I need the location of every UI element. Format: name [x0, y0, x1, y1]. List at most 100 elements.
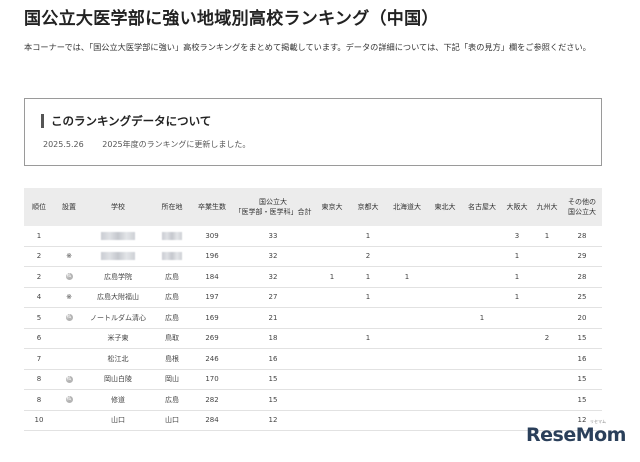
cell-established	[54, 328, 84, 349]
cell-rank: 6	[24, 328, 54, 349]
cell-tokyo	[314, 348, 350, 370]
intro-text: 本コーナーでは、「国公立大医学部に強い」高校ランキングをまとめて掲載しています。…	[24, 42, 591, 52]
cell-nagoya	[462, 328, 502, 349]
header-kyoto: 京都大	[350, 188, 386, 226]
cell-kyushu: 2	[532, 328, 562, 349]
private-school-icon: 私	[65, 273, 73, 281]
cell-location: 広島	[152, 307, 192, 329]
cell-tohoku	[428, 348, 462, 370]
header-hokkaido: 北海道大	[386, 188, 428, 226]
private-school-icon: 私	[65, 396, 73, 404]
cell-other: 20	[562, 307, 602, 329]
cell-kyoto	[350, 369, 386, 390]
cell-grads: 169	[192, 307, 232, 329]
redacted-location	[162, 231, 182, 240]
cell-location: 鳥取	[152, 328, 192, 349]
cell-hokkaido	[386, 287, 428, 308]
cell-location	[152, 226, 192, 247]
cell-kyushu	[532, 246, 562, 267]
cell-tokyo	[314, 369, 350, 390]
cell-school: 広島学院	[84, 266, 152, 288]
cell-tohoku	[428, 410, 462, 431]
cell-nagoya	[462, 246, 502, 267]
cell-nagoya	[462, 369, 502, 390]
info-heading: このランキングデータについて	[41, 114, 211, 128]
cell-other: 28	[562, 266, 602, 288]
table-row: 2 ※ 196 32 2 1 29	[24, 246, 602, 267]
cell-osaka	[502, 369, 532, 390]
cell-hokkaido	[386, 226, 428, 247]
cell-nagoya	[462, 287, 502, 308]
table-header-row: 順位 設置 学校 所在地 卒業生数 国公立大 「医学部・医学科」合計 東京大 京…	[24, 188, 602, 226]
cell-hokkaido	[386, 389, 428, 411]
cell-rank: 7	[24, 348, 54, 370]
header-nagoya: 名古屋大	[462, 188, 502, 226]
cell-osaka: 1	[502, 246, 532, 267]
cell-grads: 282	[192, 389, 232, 411]
cell-tohoku	[428, 369, 462, 390]
cell-tokyo	[314, 246, 350, 267]
redacted-school	[101, 231, 135, 240]
cell-location: 広島	[152, 266, 192, 288]
cell-total: 32	[232, 266, 314, 288]
header-total: 国公立大 「医学部・医学科」合計	[232, 188, 314, 226]
private-school-icon: 私	[65, 375, 73, 383]
cell-nagoya	[462, 266, 502, 288]
table-row: 4 ※ 広島大附福山 広島 197 27 1 1 25	[24, 287, 602, 308]
cell-total: 16	[232, 348, 314, 370]
cell-other: 15	[562, 369, 602, 390]
cell-tokyo	[314, 287, 350, 308]
info-date: 2025.5.26	[43, 140, 84, 149]
cell-total: 21	[232, 307, 314, 329]
cell-total: 27	[232, 287, 314, 308]
table-row: 8 私岡山白陵 岡山 170 15 15	[24, 369, 602, 390]
header-established: 設置	[54, 188, 84, 226]
cell-location: 山口	[152, 410, 192, 431]
cell-established: 私	[54, 389, 84, 411]
cell-hokkaido	[386, 410, 428, 431]
cell-total: 18	[232, 328, 314, 349]
resemom-logo: ReseMom	[526, 424, 626, 446]
cell-other: 15	[562, 328, 602, 349]
cell-other: 29	[562, 246, 602, 267]
cell-kyushu	[532, 307, 562, 329]
cell-school: ノートルダム清心	[84, 307, 152, 329]
private-school-icon: 私	[65, 314, 73, 322]
cell-grads: 184	[192, 266, 232, 288]
info-update-line: 2025.5.26 2025年度のランキングに更新しました。	[43, 139, 250, 150]
cell-tokyo	[314, 410, 350, 431]
cell-location	[152, 246, 192, 267]
redacted-location	[162, 252, 182, 261]
cell-kyoto: 1	[350, 266, 386, 288]
cell-total: 15	[232, 389, 314, 411]
cell-osaka	[502, 348, 532, 370]
cell-tohoku	[428, 246, 462, 267]
cell-total: 32	[232, 246, 314, 267]
cell-rank: 10	[24, 410, 54, 431]
cell-kyushu	[532, 389, 562, 411]
cell-school	[84, 226, 152, 247]
cell-tokyo	[314, 226, 350, 247]
cell-rank: 1	[24, 226, 54, 247]
cell-kyoto	[350, 389, 386, 411]
cell-kyoto	[350, 410, 386, 431]
cell-hokkaido	[386, 369, 428, 390]
cell-rank: 4	[24, 287, 54, 308]
cell-hokkaido	[386, 307, 428, 329]
cell-rank: 2	[24, 246, 54, 267]
cell-hokkaido	[386, 328, 428, 349]
cell-osaka: 1	[502, 266, 532, 288]
cell-kyoto: 1	[350, 328, 386, 349]
redacted-school	[101, 252, 135, 261]
header-kyushu: 九州大	[532, 188, 562, 226]
cell-grads: 284	[192, 410, 232, 431]
cell-tokyo	[314, 389, 350, 411]
cell-total: 15	[232, 369, 314, 390]
cell-kyushu	[532, 369, 562, 390]
cell-osaka	[502, 328, 532, 349]
cell-tohoku	[428, 287, 462, 308]
table-row: 5 私 ノートルダム清心 広島 169 21 1 20	[24, 307, 602, 329]
cell-other: 25	[562, 287, 602, 308]
cell-total: 33	[232, 226, 314, 247]
header-other: その他の 国公立大	[562, 188, 602, 226]
